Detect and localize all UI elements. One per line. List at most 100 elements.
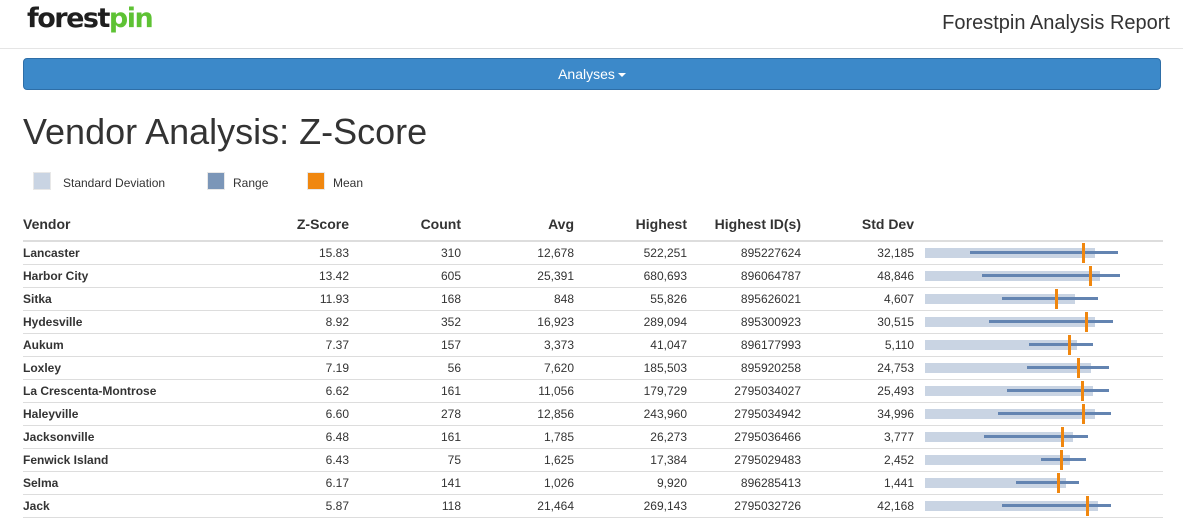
zscore-cell: 6.17 bbox=[213, 471, 349, 495]
avg-cell: 21,464 bbox=[461, 494, 574, 518]
count-cell: 352 bbox=[349, 310, 461, 334]
mean-marker bbox=[1054, 289, 1058, 309]
highest-ids-cell: 2795032726 bbox=[687, 494, 801, 518]
highest-cell: 55,826 bbox=[574, 287, 687, 311]
mean-marker bbox=[1060, 450, 1064, 470]
caret-down-icon bbox=[617, 73, 626, 78]
table-header-row: Vendor Z-Score Count Avg Highest Highest… bbox=[23, 207, 1163, 242]
vendor-cell: Haleyville bbox=[23, 402, 213, 426]
distribution-cell bbox=[914, 287, 1163, 311]
legend-label: Range bbox=[233, 176, 269, 190]
highest-cell: 26,273 bbox=[574, 425, 687, 449]
count-cell: 141 bbox=[349, 471, 461, 495]
count-cell: 168 bbox=[349, 287, 461, 311]
table-row: Loxley 7.19 56 7,620 185,503 895920258 24,753 bbox=[23, 356, 1163, 380]
table-row: Jacksonville 6.48 161 1,785 26,273 2795036466… bbox=[23, 425, 1163, 449]
table-row: Fenwick Island 6.43 75 1,625 17,384 279502948… bbox=[23, 448, 1163, 472]
logo-main-text: forest bbox=[27, 3, 110, 34]
mean-marker bbox=[1085, 312, 1089, 332]
count-cell: 157 bbox=[349, 333, 461, 357]
highest-ids-cell: 895300923 bbox=[687, 310, 801, 334]
std-dev-cell: 34,996 bbox=[801, 402, 914, 426]
table-row: Harbor City 13.42 605 25,391 680,693 89606478… bbox=[23, 264, 1163, 288]
vendor-zscore-table: Vendor Z-Score Count Avg Highest Highest… bbox=[23, 207, 1163, 518]
std-dev-cell: 2,452 bbox=[801, 448, 914, 472]
distribution-bar bbox=[925, 289, 1152, 309]
highest-ids-cell: 2795034942 bbox=[687, 402, 801, 426]
column-header-highest[interactable]: Highest bbox=[574, 207, 687, 242]
count-cell: 75 bbox=[349, 448, 461, 472]
avg-cell: 16,923 bbox=[461, 310, 574, 334]
distribution-bar bbox=[925, 496, 1152, 516]
range-bar bbox=[1006, 389, 1109, 392]
mean-marker bbox=[1080, 381, 1084, 401]
zscore-cell: 5.87 bbox=[213, 494, 349, 518]
range-bar bbox=[970, 251, 1118, 254]
highest-ids-cell: 2795036466 bbox=[687, 425, 801, 449]
highest-ids-cell: 896064787 bbox=[687, 264, 801, 288]
distribution-bar bbox=[925, 266, 1152, 286]
std-dev-cell: 42,168 bbox=[801, 494, 914, 518]
zscore-cell: 15.83 bbox=[213, 241, 349, 265]
distribution-bar bbox=[925, 381, 1152, 401]
table-row: Jack 5.87 118 21,464 269,143 2795032726 42,168 bbox=[23, 494, 1163, 518]
zscore-cell: 6.60 bbox=[213, 402, 349, 426]
table-row: Haleyville 6.60 278 12,856 243,960 2795034942… bbox=[23, 402, 1163, 426]
count-cell: 310 bbox=[349, 241, 461, 265]
vendor-cell: Lancaster bbox=[23, 241, 213, 265]
mean-marker bbox=[1088, 266, 1092, 286]
forestpin-logo[interactable]: forestpin bbox=[27, 3, 154, 34]
column-header-avg[interactable]: Avg bbox=[461, 207, 574, 242]
highest-ids-cell: 896177993 bbox=[687, 333, 801, 357]
legend-label: Mean bbox=[333, 176, 364, 190]
standard-deviation-swatch bbox=[33, 172, 51, 190]
mean-marker bbox=[1081, 404, 1085, 424]
table-row: Lancaster 15.83 310 12,678 522,251 895227624 3… bbox=[23, 241, 1163, 265]
std-dev-cell: 1,441 bbox=[801, 471, 914, 495]
highest-ids-cell: 895227624 bbox=[687, 241, 801, 265]
range-bar bbox=[981, 274, 1121, 277]
vendor-cell: Harbor City bbox=[23, 264, 213, 288]
std-dev-cell: 3,777 bbox=[801, 425, 914, 449]
zscore-cell: 8.92 bbox=[213, 310, 349, 334]
zscore-cell: 6.43 bbox=[213, 448, 349, 472]
range-bar bbox=[1029, 343, 1093, 346]
zscore-cell: 6.48 bbox=[213, 425, 349, 449]
count-cell: 118 bbox=[349, 494, 461, 518]
avg-cell: 848 bbox=[461, 287, 574, 311]
distribution-cell bbox=[914, 241, 1163, 265]
analyses-menu-label: Analyses bbox=[558, 66, 615, 82]
column-header-zscore[interactable]: Z-Score bbox=[213, 207, 349, 242]
std-dev-cell: 48,846 bbox=[801, 264, 914, 288]
table-row: Sitka 11.93 168 848 55,826 895626021 4,607 bbox=[23, 287, 1163, 311]
analyses-menu-button[interactable]: Analyses bbox=[23, 58, 1161, 90]
distribution-cell bbox=[914, 402, 1163, 426]
range-bar bbox=[1002, 297, 1098, 300]
range-bar bbox=[988, 320, 1114, 323]
table-row: Aukum 7.37 157 3,373 41,047 896177993 5,110 bbox=[23, 333, 1163, 357]
distribution-cell bbox=[914, 425, 1163, 449]
column-header-vendor[interactable]: Vendor bbox=[23, 207, 213, 242]
range-bar bbox=[1015, 481, 1080, 484]
distribution-cell bbox=[914, 310, 1163, 334]
mean-marker bbox=[1068, 335, 1072, 355]
distribution-bar bbox=[925, 450, 1152, 470]
range-bar bbox=[1040, 458, 1087, 461]
column-header-distribution bbox=[914, 207, 1163, 242]
range-swatch bbox=[207, 172, 225, 190]
legend-label: Standard Deviation bbox=[63, 176, 166, 190]
distribution-cell bbox=[914, 264, 1163, 288]
vendor-cell: Sitka bbox=[23, 287, 213, 311]
highest-ids-cell: 2795034027 bbox=[687, 379, 801, 403]
distribution-bar bbox=[925, 312, 1152, 332]
column-header-highest-ids[interactable]: Highest ID(s) bbox=[687, 207, 801, 242]
vendor-cell: Loxley bbox=[23, 356, 213, 380]
mean-marker bbox=[1061, 427, 1065, 447]
column-header-count[interactable]: Count bbox=[349, 207, 461, 242]
distribution-cell bbox=[914, 448, 1163, 472]
highest-cell: 269,143 bbox=[574, 494, 687, 518]
avg-cell: 12,678 bbox=[461, 241, 574, 265]
highest-cell: 289,094 bbox=[574, 310, 687, 334]
logo-accent-text: pin bbox=[108, 3, 154, 34]
column-header-std-dev[interactable]: Std Dev bbox=[801, 207, 914, 242]
